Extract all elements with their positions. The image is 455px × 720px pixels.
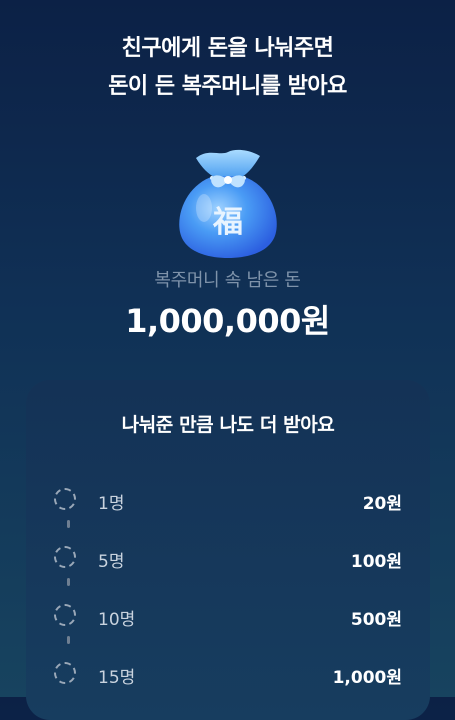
milestone-row: 5명 100원 (26, 544, 430, 574)
milestone-reward: 100원 (350, 552, 402, 572)
empty-circle-icon (54, 604, 76, 626)
milestone-reward: 20원 (362, 494, 402, 514)
milestone-connector (67, 520, 70, 528)
milestone-row: 1명 20원 (26, 486, 430, 516)
empty-circle-icon (54, 488, 76, 510)
milestone-count: 1명 (98, 494, 125, 514)
milestone-row: 10명 500원 (26, 602, 430, 632)
balance-amount: 1,000,000원 (125, 302, 330, 340)
headline-line-2: 돈이 든 복주머니를 받아요 (108, 74, 347, 99)
milestone-reward: 500원 (350, 610, 402, 630)
headline-line-1: 친구에게 돈을 나눠주면 (121, 36, 334, 61)
milestone-count: 10명 (98, 610, 136, 630)
milestone-connector (67, 578, 70, 586)
lucky-pouch-icon: 福 (168, 140, 288, 265)
pouch-character: 福 (212, 205, 243, 240)
rewards-title: 나눠준 만큼 나도 더 받아요 (121, 414, 335, 436)
headline: 친구에게 돈을 나눠주면 돈이 든 복주머니를 받아요 (0, 30, 455, 106)
milestone-count: 15명 (98, 668, 136, 688)
milestone-reward: 1,000원 (332, 668, 402, 688)
balance-label: 복주머니 속 남은 돈 (154, 270, 301, 291)
milestone-count: 5명 (98, 552, 125, 572)
rewards-card: 나눠준 만큼 나도 더 받아요 1명 20원 5명 100원 10명 500원 … (26, 380, 430, 720)
milestone-row: 15명 1,000원 (26, 660, 430, 690)
empty-circle-icon (54, 546, 76, 568)
milestone-connector (67, 636, 70, 644)
empty-circle-icon (54, 662, 76, 684)
